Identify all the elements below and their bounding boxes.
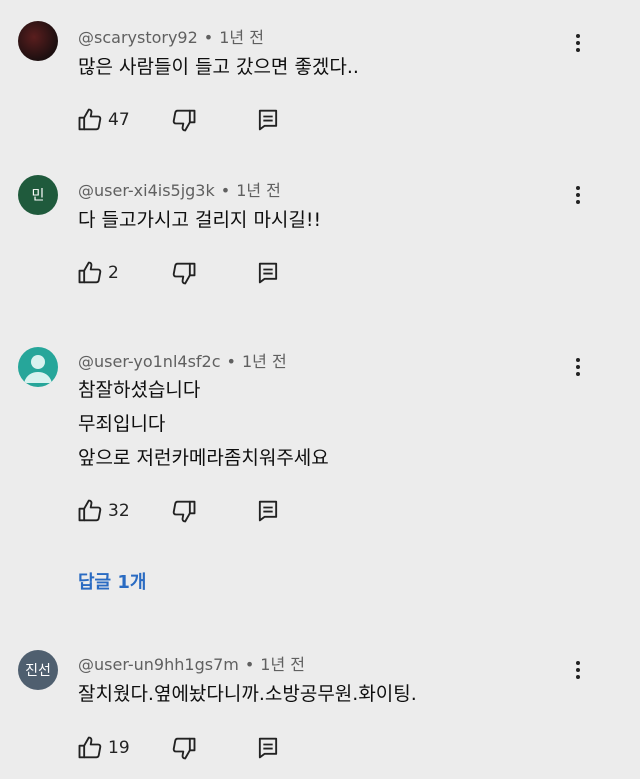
avatar[interactable] [18, 21, 58, 61]
thumbs-down-icon [172, 262, 196, 285]
more-actions-button[interactable] [566, 355, 590, 379]
thumbs-up-icon [78, 499, 102, 522]
comment-author[interactable]: @scarystory92 [78, 28, 198, 47]
like-button[interactable]: 32 [76, 497, 130, 525]
meta-separator: • [244, 655, 255, 674]
thumbs-up-icon [78, 261, 102, 284]
reply-icon [258, 500, 278, 522]
like-button[interactable]: 2 [76, 259, 119, 287]
avatar-initials: 진선 [25, 663, 51, 679]
comment-line: 많은 사람들이 들고 갔으면 좋겠다.. [78, 56, 359, 78]
reply-button[interactable] [254, 734, 282, 762]
more-vert-icon [576, 661, 580, 665]
like-count: 47 [108, 110, 130, 130]
default-user-icon [24, 355, 52, 383]
comment-actions: 47 [76, 106, 296, 134]
comment-text: 참잘하셨습니다 무죄입니다 앞으로 저런카메라좀치워주세요 [78, 373, 329, 475]
more-vert-icon [576, 34, 580, 38]
dislike-button[interactable] [170, 734, 198, 762]
reply-icon [258, 109, 278, 131]
reply-icon [258, 262, 278, 284]
thumbs-down-icon [172, 737, 196, 760]
comment-text: 잘치웠다.옆에놨다니까.소방공무원.화이팅. [78, 677, 417, 711]
more-actions-button[interactable] [566, 658, 590, 682]
like-count: 2 [108, 263, 119, 283]
comment-time[interactable]: 1년 전 [236, 181, 281, 200]
like-button[interactable]: 19 [76, 734, 130, 762]
comment-actions: 2 [76, 259, 296, 287]
comment-author[interactable]: @user-yo1nl4sf2c [78, 352, 221, 371]
comment-meta: @user-un9hh1gs7m • 1년 전 [78, 651, 305, 675]
dislike-button[interactable] [170, 497, 198, 525]
like-count: 32 [108, 501, 130, 521]
comment-meta: @user-xi4is5jg3k • 1년 전 [78, 177, 281, 201]
dislike-button[interactable] [170, 259, 198, 287]
comment-actions: 32 [76, 497, 296, 525]
avatar[interactable]: 민 [18, 175, 58, 215]
comment-meta: @user-yo1nl4sf2c • 1년 전 [78, 348, 287, 372]
meta-separator: • [203, 28, 214, 47]
view-replies-button[interactable]: 답글 1개 [78, 568, 146, 594]
reply-button[interactable] [254, 106, 282, 134]
comment-line: 참잘하셨습니다 [78, 379, 201, 401]
avatar[interactable] [18, 347, 58, 387]
meta-separator: • [226, 352, 236, 371]
comment-author[interactable]: @user-un9hh1gs7m [78, 655, 239, 674]
meta-separator: • [220, 181, 231, 200]
reply-button[interactable] [254, 259, 282, 287]
comment-actions: 19 [76, 734, 296, 762]
comment-meta: @scarystory92 • 1년 전 [78, 24, 264, 48]
like-button[interactable]: 47 [76, 106, 130, 134]
comment-author[interactable]: @user-xi4is5jg3k [78, 181, 215, 200]
comment-time[interactable]: 1년 전 [219, 28, 264, 47]
comment-line: 다 들고가시고 걸리지 마시길!! [78, 209, 322, 231]
comment-time[interactable]: 1년 전 [242, 352, 287, 371]
more-actions-button[interactable] [566, 31, 590, 55]
reply-button[interactable] [254, 497, 282, 525]
thumbs-up-icon [78, 108, 102, 131]
comment-text: 많은 사람들이 들고 갔으면 좋겠다.. [78, 50, 359, 84]
avatar[interactable]: 진선 [18, 650, 58, 690]
thumbs-down-icon [172, 109, 196, 132]
avatar-initials: 민 [31, 188, 45, 204]
more-actions-button[interactable] [566, 183, 590, 207]
more-vert-icon [576, 358, 580, 362]
comment-line: 앞으로 저런카메라좀치워주세요 [78, 447, 329, 469]
like-count: 19 [108, 738, 130, 758]
thumbs-down-icon [172, 500, 196, 523]
comment-text: 다 들고가시고 걸리지 마시길!! [78, 203, 321, 237]
reply-icon [258, 737, 278, 759]
thumbs-up-icon [78, 736, 102, 759]
comment-time[interactable]: 1년 전 [260, 655, 305, 674]
comment-line: 잘치웠다.옆에놨다니까.소방공무원.화이팅. [78, 683, 417, 705]
dislike-button[interactable] [170, 106, 198, 134]
more-vert-icon [576, 186, 580, 190]
comment-line: 무죄입니다 [78, 413, 166, 435]
